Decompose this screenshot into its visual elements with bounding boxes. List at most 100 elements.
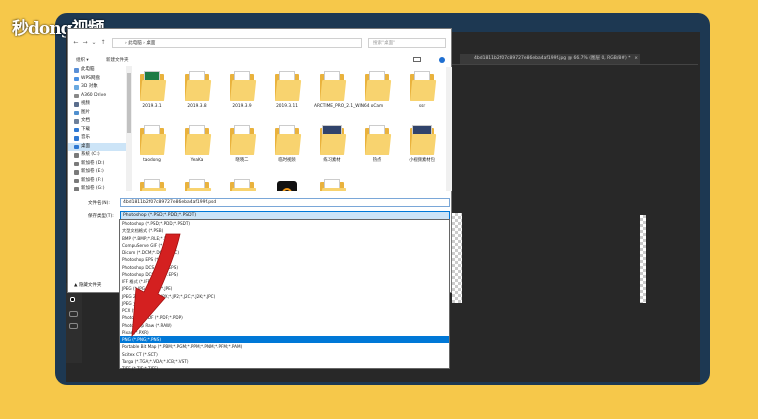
folder-icon	[320, 125, 347, 155]
sidebar-item[interactable]: 下载	[68, 126, 126, 135]
cube-icon	[74, 85, 79, 90]
app-icon	[275, 179, 299, 191]
red-arrow-shape	[131, 233, 181, 338]
filetype-option[interactable]: Portable Bit Map (*.PBM;*.PGM;*.PPM;*.PN…	[120, 343, 449, 350]
file-item[interactable]	[179, 175, 215, 191]
file-item[interactable]: oCam	[359, 67, 395, 117]
computer-icon	[74, 68, 79, 73]
folder-icon	[185, 179, 212, 191]
sidebar-item[interactable]: A360 Drive	[68, 92, 126, 101]
filetype-option[interactable]: Scitex CT (*.SCT)	[120, 351, 449, 358]
breadcrumb[interactable]: › 此电脑 › 桌面	[112, 38, 362, 48]
organize-button[interactable]: 组织 ▾	[76, 57, 89, 63]
file-item[interactable]	[224, 175, 260, 191]
filetype-option[interactable]: TIFF (*.TIF;*.TIFF)	[120, 365, 449, 372]
folder-icon	[140, 179, 167, 191]
folder-icon	[365, 125, 392, 155]
help-icon[interactable]	[439, 57, 445, 63]
sidebar-item-label: 图片	[81, 109, 90, 115]
file-item[interactable]	[314, 175, 350, 191]
address-bar: ← → ⌄ ↑ › 此电脑 › 桌面 搜索"桌面"	[68, 37, 451, 49]
sidebar-item-label: 视频	[81, 101, 90, 106]
folder-icon	[275, 125, 302, 155]
file-item-label: 练习素材	[323, 158, 341, 163]
file-item[interactable]: YeaKa	[179, 121, 215, 171]
folder-icon	[185, 71, 212, 101]
quick-mask-icon[interactable]	[69, 311, 78, 317]
sidebar-scroll-thumb[interactable]	[127, 73, 131, 133]
file-item[interactable]: ARCTIME_PRO_2.1_WIN64	[314, 67, 369, 117]
sidebar-item-label: 音乐	[81, 135, 90, 140]
file-item-label: YeaKa	[190, 158, 204, 163]
filename-input[interactable]: 4bd1811b2f07c89727e86eba4af199f.psd	[120, 198, 450, 207]
disk-icon	[74, 161, 79, 166]
file-item-label: 2019.3.1	[142, 104, 162, 109]
file-item[interactable]: 2019.3.11	[269, 67, 305, 117]
sidebar-item[interactable]: 图片	[68, 109, 126, 118]
view-icon[interactable]	[413, 57, 421, 62]
hide-folders-toggle[interactable]: ▲ 隐藏文件夹	[74, 282, 101, 288]
file-item[interactable]: 晓晓二	[224, 121, 260, 171]
folder-icon	[230, 71, 257, 101]
file-item[interactable]: ssr	[404, 67, 440, 117]
sidebar-item[interactable]: 新加卷 (G:)	[68, 185, 126, 191]
file-item[interactable]	[269, 175, 305, 191]
filename-label: 文件名(N):	[88, 201, 110, 206]
sidebar-item[interactable]: 3D 对象	[68, 83, 126, 92]
sidebar-item[interactable]: 桌面	[68, 142, 126, 151]
file-item-label: 小视频素材包	[409, 158, 435, 163]
file-item[interactable]: 临时视频	[269, 121, 305, 171]
sidebar-item[interactable]: 新加卷 (D:)	[68, 160, 126, 169]
file-item[interactable]: 2019.3.1	[134, 67, 170, 117]
up-icon[interactable]: ↑	[99, 39, 107, 47]
search-input[interactable]: 搜索"桌面"	[368, 38, 446, 48]
file-item[interactable]: taodong	[134, 121, 170, 171]
sidebar-item[interactable]: 系统 (C:)	[68, 151, 126, 160]
file-item[interactable]: 2019.3.8	[179, 67, 215, 117]
file-item[interactable]: 热点	[359, 121, 395, 171]
sidebar-item-label: WPS网盘	[81, 75, 101, 81]
back-icon[interactable]: ←	[72, 39, 80, 47]
folder-icon	[140, 125, 167, 155]
transparent-canvas-edge	[640, 215, 646, 303]
folder-icon	[410, 125, 437, 155]
file-item[interactable]: 练习素材	[314, 121, 350, 171]
screen-mode-icon[interactable]	[69, 323, 78, 329]
disk-icon	[74, 178, 79, 183]
document-icon	[74, 119, 79, 124]
folder-icon	[230, 125, 257, 155]
foreground-color-swatch[interactable]	[70, 297, 75, 302]
sidebar-item-label: A360 Drive	[81, 92, 107, 98]
sidebar-item-label: 桌面	[81, 143, 90, 149]
forward-icon[interactable]: →	[81, 39, 89, 47]
file-item-label: 2019.3.9	[232, 104, 252, 109]
sidebar-item[interactable]: 音乐	[68, 134, 126, 143]
sidebar-item[interactable]: 文档	[68, 117, 126, 126]
picture-icon	[74, 110, 79, 115]
file-list-scrollbar[interactable]	[446, 67, 452, 191]
sidebar-item[interactable]: 新加卷 (E:)	[68, 168, 126, 177]
sidebar-item-label: 新加卷 (F:)	[81, 177, 104, 183]
file-item[interactable]	[134, 175, 170, 191]
file-item[interactable]: 2019.3.9	[224, 67, 260, 117]
document-tab[interactable]: 4bd1811b2f07c89727e86eba4af199f.jpg @ 66…	[460, 54, 640, 64]
close-icon[interactable]: ×	[634, 54, 638, 64]
transparent-canvas	[452, 213, 462, 303]
folder-icon	[320, 179, 347, 191]
chevron-down-icon[interactable]: ⌄	[90, 39, 98, 47]
file-item-label: 晓晓二	[235, 158, 249, 163]
sidebar-item[interactable]: 新加卷 (F:)	[68, 177, 126, 186]
file-item[interactable]: 小视频素材包	[404, 121, 440, 171]
sidebar-item[interactable]: 视频	[68, 100, 126, 109]
sidebar-item-label: 新加卷 (D:)	[81, 160, 105, 166]
music-icon	[74, 136, 79, 141]
sidebar-item-label: 新加卷 (E:)	[81, 169, 104, 174]
new-folder-button[interactable]: 新建文件夹	[106, 57, 129, 63]
folder-icon	[275, 71, 302, 101]
filetype-option[interactable]: Targa (*.TGA;*.VDA;*.ICB;*.VST)	[120, 358, 449, 365]
filetype-option[interactable]: Photoshop (*.PSD;*.PDD;*.PSDT)	[120, 220, 449, 227]
sidebar-item[interactable]: 此电脑	[68, 66, 126, 75]
sidebar-item[interactable]: WPS网盘	[68, 75, 126, 84]
sidebar-item-label: 下载	[81, 126, 90, 132]
disk-icon	[74, 170, 79, 175]
